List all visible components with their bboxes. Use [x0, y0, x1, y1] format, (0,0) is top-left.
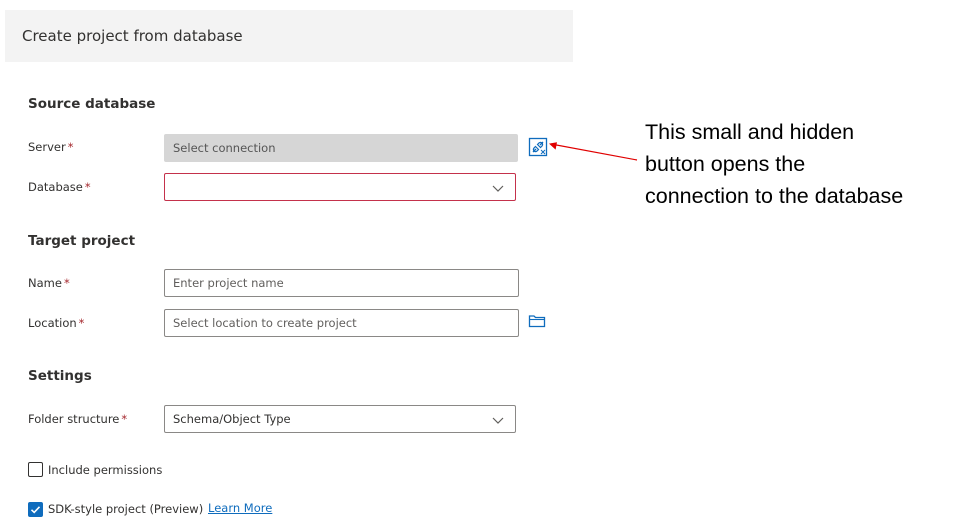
checkmark-icon — [30, 506, 41, 514]
location-label-text: Location — [28, 316, 77, 330]
required-marker: * — [121, 412, 128, 426]
required-marker: * — [78, 316, 85, 330]
section-target-project: Target project — [28, 233, 136, 249]
database-select[interactable] — [164, 173, 516, 201]
browse-folder-button[interactable] — [528, 313, 548, 333]
section-source-database: Source database — [28, 96, 156, 112]
server-placeholder: Select connection — [173, 141, 276, 155]
sdk-style-label: SDK-style project (Preview) — [48, 502, 204, 516]
learn-more-link[interactable]: Learn More — [208, 501, 272, 515]
chevron-down-icon — [492, 185, 504, 192]
dialog-header: Create project from database — [5, 10, 573, 62]
include-permissions-checkbox[interactable] — [28, 462, 43, 477]
project-name-input[interactable]: Enter project name — [164, 269, 519, 297]
folder-icon — [528, 315, 546, 328]
folder-structure-select[interactable]: Schema/Object Type — [164, 405, 516, 433]
folder-structure-label-text: Folder structure — [28, 412, 120, 426]
server-label: Server * — [28, 140, 73, 154]
section-settings: Settings — [28, 368, 92, 384]
chevron-down-icon — [492, 417, 504, 424]
server-label-text: Server — [28, 140, 66, 154]
name-placeholder: Enter project name — [173, 276, 284, 290]
name-label-text: Name — [28, 276, 62, 290]
include-permissions-label: Include permissions — [48, 463, 163, 477]
sdk-style-checkbox[interactable] — [28, 502, 43, 517]
folder-structure-label: Folder structure * — [28, 412, 127, 426]
location-placeholder: Select location to create project — [173, 316, 357, 330]
dialog-title: Create project from database — [22, 27, 243, 45]
server-connection-input[interactable]: Select connection — [164, 134, 518, 162]
location-label: Location * — [28, 316, 84, 330]
name-label: Name * — [28, 276, 70, 290]
required-marker: * — [84, 180, 91, 194]
annotation-arrow — [549, 142, 638, 161]
project-location-input[interactable]: Select location to create project — [164, 309, 519, 337]
annotation-text: This small and hidden button opens the c… — [645, 116, 950, 212]
required-marker: * — [63, 276, 70, 290]
required-marker: * — [67, 140, 74, 154]
database-label: Database * — [28, 180, 91, 194]
folder-structure-value: Schema/Object Type — [173, 412, 291, 426]
annotation-line-1: This small and hidden — [645, 120, 855, 144]
database-label-text: Database — [28, 180, 83, 194]
annotation-line-2: button opens the — [645, 152, 806, 176]
annotation-line-3: connection to the database — [645, 184, 904, 208]
